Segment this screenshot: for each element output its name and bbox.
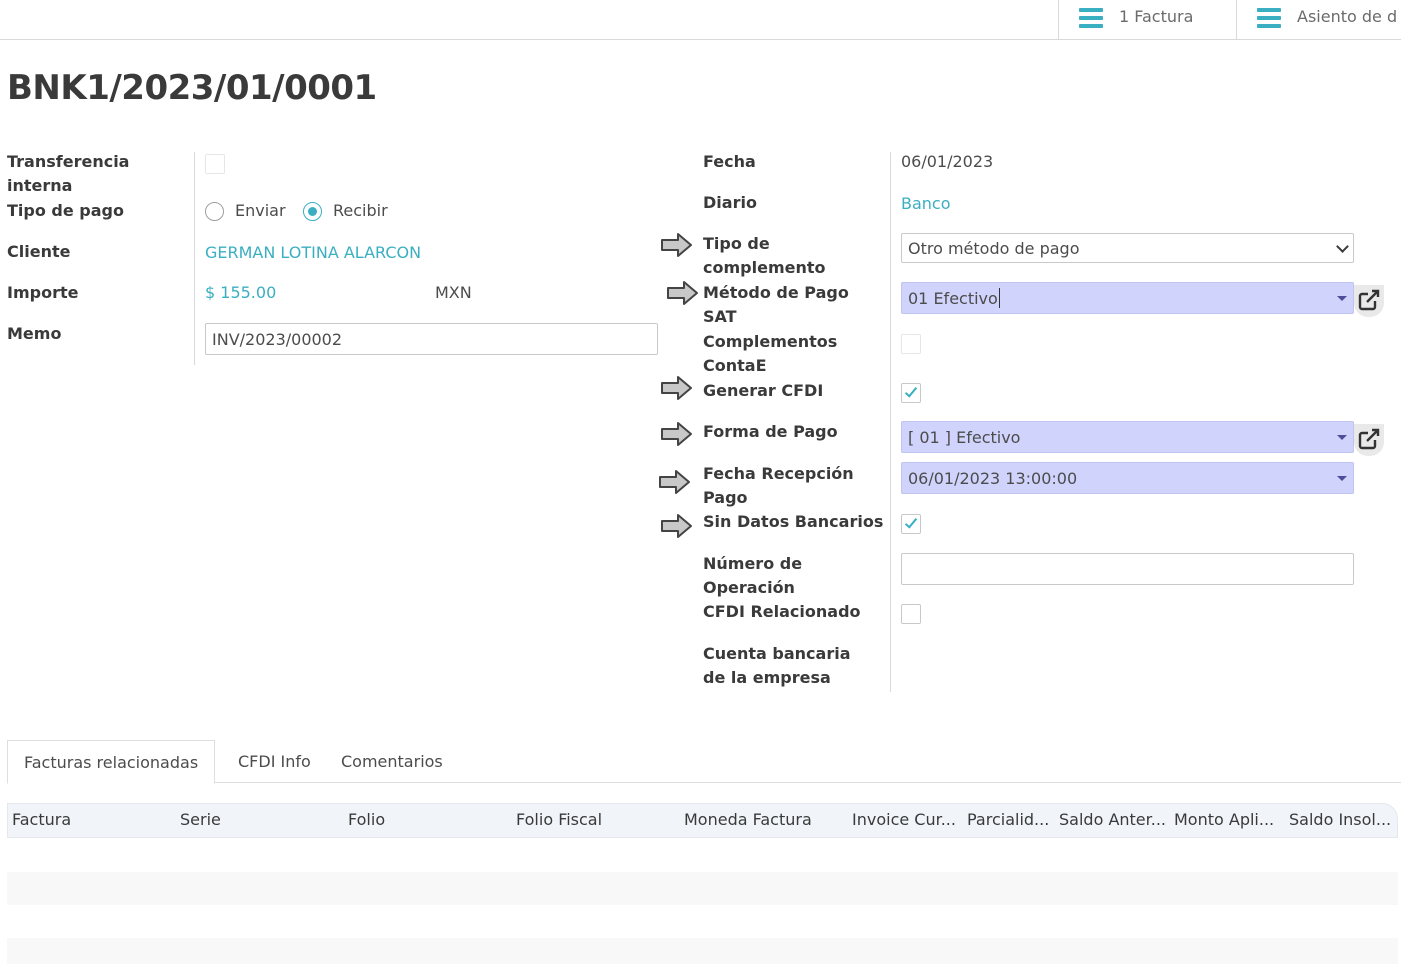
client-label: Cliente bbox=[7, 242, 71, 261]
contae-label: Complementos ContaE bbox=[703, 332, 838, 375]
memo-label: Memo bbox=[7, 324, 62, 343]
external-link-button[interactable] bbox=[1354, 285, 1384, 317]
operation-number-field[interactable] bbox=[901, 553, 1354, 585]
tab-related-invoices[interactable]: Facturas relacionadas bbox=[7, 740, 216, 784]
control-panel: 1 Factura Asiento de d bbox=[0, 0, 1401, 40]
column-header[interactable]: Invoice Cur... bbox=[852, 810, 960, 829]
column-header[interactable]: Moneda Factura bbox=[684, 810, 844, 829]
right-group-divider bbox=[890, 152, 891, 692]
no-bank-data-label: Sin Datos Bancarios bbox=[703, 512, 884, 531]
arrow-right-icon bbox=[661, 422, 692, 446]
journal-entry-smart-button-label: Asiento de d bbox=[1297, 7, 1398, 26]
payment-type-receive-label[interactable]: Recibir bbox=[333, 199, 388, 223]
column-header[interactable]: Saldo Anter... bbox=[1059, 810, 1169, 829]
receipt-date-field[interactable]: 06/01/2023 13:00:00 bbox=[901, 462, 1354, 494]
menu-icon bbox=[1257, 7, 1281, 28]
amount-value[interactable]: $ 155.00 bbox=[205, 281, 276, 305]
dropdown-caret-icon bbox=[1337, 296, 1347, 301]
external-link-icon bbox=[1358, 428, 1380, 450]
amount-label: Importe bbox=[7, 283, 79, 302]
tab-cfdi-info[interactable]: CFDI Info bbox=[238, 740, 311, 783]
payment-type-send-radio[interactable] bbox=[205, 202, 224, 221]
sat-method-value: 01 Efectivo bbox=[908, 288, 998, 308]
column-header[interactable]: Folio Fiscal bbox=[516, 810, 676, 829]
payment-form-label: Forma de Pago bbox=[703, 422, 838, 441]
internal-transfer-label: Transferencia interna bbox=[7, 152, 130, 195]
related-cfdi-label: CFDI Relacionado bbox=[703, 602, 861, 621]
external-link-button[interactable] bbox=[1354, 424, 1384, 456]
memo-field-value: INV/2023/00002 bbox=[212, 329, 343, 349]
arrow-right-icon bbox=[659, 470, 690, 494]
chevron-down-icon bbox=[1336, 240, 1349, 253]
checkmark-icon bbox=[904, 515, 918, 529]
payment-type-send-label[interactable]: Enviar bbox=[235, 199, 286, 223]
checkmark-icon bbox=[904, 384, 918, 398]
column-header[interactable]: Factura bbox=[12, 810, 172, 829]
journal-entry-smart-button[interactable]: Asiento de d bbox=[1236, 0, 1401, 39]
text-cursor bbox=[998, 288, 1000, 308]
column-header[interactable]: Folio bbox=[348, 810, 508, 829]
column-header[interactable]: Serie bbox=[180, 810, 340, 829]
generate-cfdi-checkbox[interactable] bbox=[901, 383, 921, 403]
currency-value[interactable]: MXN bbox=[435, 281, 472, 305]
receipt-date-value: 06/01/2023 13:00:00 bbox=[908, 468, 1078, 488]
sat-method-field[interactable]: 01 Efectivo bbox=[901, 282, 1354, 314]
payment-form-field[interactable]: [ 01 ] Efectivo bbox=[901, 421, 1354, 453]
receipt-date-label: Fecha Recepción Pago bbox=[703, 464, 854, 507]
record-title: BNK1/2023/01/0001 bbox=[7, 68, 377, 108]
complement-type-select[interactable]: Otro método de pago bbox=[901, 233, 1354, 263]
invoice-smart-button-label: 1 Factura bbox=[1119, 7, 1194, 26]
payment-type-label: Tipo de pago bbox=[7, 201, 124, 220]
dropdown-caret-icon bbox=[1337, 435, 1347, 440]
dropdown-caret-icon bbox=[1337, 476, 1347, 481]
payment-form-value: [ 01 ] Efectivo bbox=[908, 427, 1021, 447]
internal-transfer-checkbox[interactable] bbox=[205, 154, 225, 174]
column-header[interactable]: Saldo Insol... bbox=[1289, 810, 1393, 829]
company-bank-label: Cuenta bancaria de la empresa bbox=[703, 644, 851, 687]
sat-method-label: Método de Pago SAT bbox=[703, 283, 849, 326]
invoice-smart-button[interactable]: 1 Factura bbox=[1058, 0, 1236, 39]
arrow-right-icon bbox=[661, 514, 692, 538]
table-row bbox=[7, 872, 1398, 905]
payment-type-receive-radio[interactable] bbox=[303, 202, 322, 221]
arrow-right-icon bbox=[661, 376, 692, 400]
complement-type-value: Otro método de pago bbox=[908, 238, 1080, 258]
column-header[interactable]: Monto Apli... bbox=[1174, 810, 1279, 829]
no-bank-data-checkbox[interactable] bbox=[901, 514, 921, 534]
menu-icon bbox=[1079, 7, 1103, 28]
client-link[interactable]: GERMAN LOTINA ALARCON bbox=[205, 241, 421, 265]
date-value[interactable]: 06/01/2023 bbox=[901, 150, 993, 174]
table-row bbox=[7, 938, 1398, 964]
journal-link[interactable]: Banco bbox=[901, 192, 951, 216]
tab-comments[interactable]: Comentarios bbox=[341, 740, 443, 783]
contae-checkbox[interactable] bbox=[901, 334, 921, 354]
external-link-icon bbox=[1358, 289, 1380, 311]
table-header: Factura Serie Folio Folio Fiscal Moneda … bbox=[7, 803, 1398, 838]
left-group-divider bbox=[194, 152, 195, 365]
memo-field[interactable]: INV/2023/00002 bbox=[205, 323, 658, 355]
operation-number-label: Número de Operación bbox=[703, 554, 803, 597]
date-label: Fecha bbox=[703, 152, 756, 171]
complement-type-label: Tipo de complemento bbox=[703, 234, 826, 277]
arrow-right-icon bbox=[667, 281, 698, 305]
related-cfdi-checkbox[interactable] bbox=[901, 604, 921, 624]
notebook-tabs: Facturas relacionadas CFDI Info Comentar… bbox=[7, 740, 1401, 784]
column-header[interactable]: Parcialid... bbox=[967, 810, 1053, 829]
journal-label: Diario bbox=[703, 193, 757, 212]
generate-cfdi-label: Generar CFDI bbox=[703, 381, 824, 400]
arrow-right-icon bbox=[661, 233, 692, 257]
